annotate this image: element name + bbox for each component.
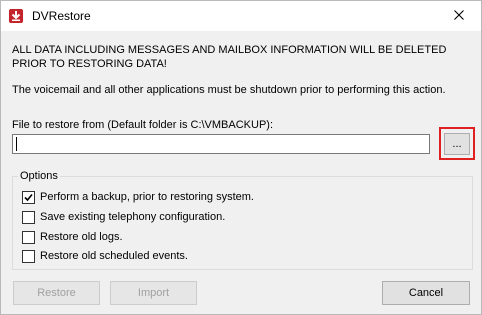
dvrestore-window: DVRestore ALL DATA INCLUDING MESSAGES AN… (0, 0, 482, 315)
checkbox[interactable] (22, 249, 35, 263)
file-field-label: File to restore from (Default folder is … (12, 119, 274, 131)
shutdown-note: The voicemail and all other applications… (12, 84, 446, 96)
option-save-telephony[interactable]: Save existing telephony configuration. (22, 210, 225, 224)
restore-button[interactable]: Restore (13, 281, 100, 305)
option-restore-logs[interactable]: Restore old logs. (22, 230, 123, 244)
option-perform-backup[interactable]: Perform a backup, prior to restoring sys… (22, 190, 254, 204)
window-title: DVRestore (32, 9, 91, 23)
option-restore-events[interactable]: Restore old scheduled events. (22, 249, 188, 263)
checkmark-icon (24, 193, 33, 201)
text-caret (16, 137, 17, 151)
options-legend: Options (18, 169, 60, 183)
import-button[interactable]: Import (110, 281, 197, 305)
download-icon (9, 9, 23, 23)
option-label: Restore old logs. (40, 231, 123, 243)
browse-button[interactable]: ... (444, 133, 470, 155)
option-label: Restore old scheduled events. (40, 250, 188, 262)
dialog-body: ALL DATA INCLUDING MESSAGES AND MAILBOX … (1, 31, 481, 314)
title-bar: DVRestore (1, 1, 481, 31)
restore-file-input[interactable] (12, 134, 430, 154)
checkbox[interactable] (22, 190, 35, 204)
checkbox[interactable] (22, 210, 35, 224)
close-button[interactable] (437, 1, 481, 31)
cancel-button[interactable]: Cancel (382, 281, 470, 305)
warning-text: ALL DATA INCLUDING MESSAGES AND MAILBOX … (12, 44, 447, 70)
close-icon (454, 9, 464, 23)
checkbox[interactable] (22, 230, 35, 244)
option-label: Perform a backup, prior to restoring sys… (40, 191, 254, 203)
option-label: Save existing telephony configuration. (40, 211, 226, 223)
